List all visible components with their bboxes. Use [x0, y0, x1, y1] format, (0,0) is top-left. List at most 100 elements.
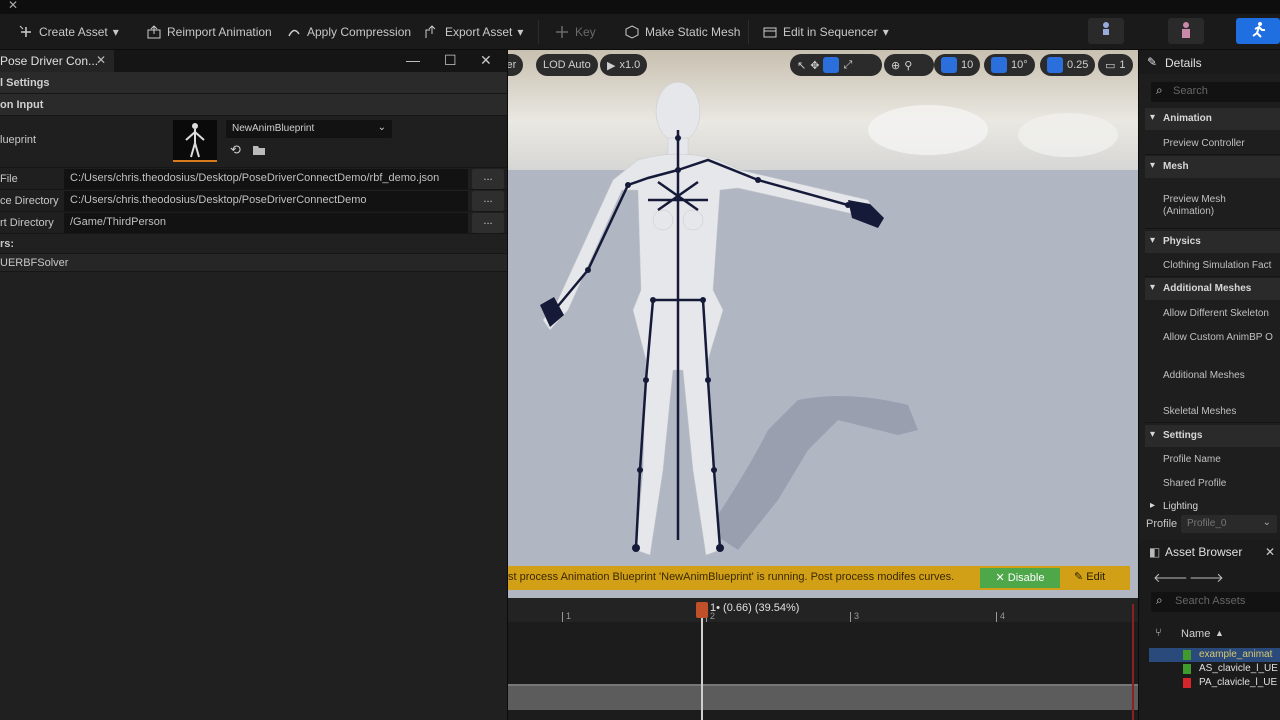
- browse-source-directory-button[interactable]: ...: [472, 191, 504, 211]
- grid-snap-button[interactable]: 10: [934, 54, 981, 76]
- timeline-tick: [562, 612, 563, 622]
- back-arrow-icon[interactable]: 🡐: [1153, 570, 1188, 585]
- close-icon[interactable]: ✕: [480, 52, 492, 69]
- create-asset-button[interactable]: Create Asset ▾: [18, 22, 119, 42]
- export-asset-button[interactable]: Export Asset ▾: [424, 22, 523, 42]
- asset-name: PA_clavicle_l_UE: [1199, 677, 1278, 688]
- skeleton-mode-button[interactable]: [1088, 18, 1124, 44]
- edit-in-sequencer-button[interactable]: Edit in Sequencer ▾: [762, 22, 889, 42]
- world-icon[interactable]: ⊕: [891, 59, 900, 72]
- anim-sequence-icon: [1183, 650, 1191, 660]
- property-skeletal-meshes: Skeletal Meshes: [1163, 406, 1237, 417]
- asset-name-column-header[interactable]: ⑂ Name ▲: [1149, 624, 1280, 646]
- animation-timeline[interactable]: 1 2 3 4 1• (0.66) (39.54%): [508, 598, 1138, 720]
- property-preview-mesh: Preview Mesh: [1163, 194, 1226, 205]
- details-search-input[interactable]: ⌕ Search: [1151, 82, 1280, 102]
- scale-icon[interactable]: ⤢: [843, 59, 852, 72]
- asset-list-item[interactable]: AS_clavicle_l_UE: [1149, 662, 1280, 676]
- category-settings[interactable]: Settings: [1145, 425, 1280, 447]
- scale-snap-button[interactable]: 0.25: [1040, 54, 1096, 76]
- lod-button[interactable]: LOD Auto: [536, 54, 598, 76]
- file-path-field[interactable]: C:/Users/chris.theodosius/Desktop/PoseDr…: [64, 169, 468, 189]
- asset-name: AS_clavicle_l_UE: [1199, 663, 1278, 674]
- select-icon[interactable]: ↖: [797, 59, 806, 72]
- blueprint-selector[interactable]: NewAnimBlueprint ⌄: [226, 120, 392, 138]
- search-icon: ⌕: [1156, 593, 1163, 607]
- category-additional-meshes[interactable]: Additional Meshes: [1145, 278, 1280, 300]
- mesh-mode-button[interactable]: [1168, 18, 1204, 44]
- row-divider: [1145, 154, 1280, 155]
- import-directory-field[interactable]: /Game/ThirdPerson: [64, 213, 468, 233]
- rotation-snap-value: 10°: [1011, 59, 1028, 71]
- pose-asset-icon: [1183, 678, 1191, 688]
- key-button[interactable]: Key: [554, 22, 596, 42]
- profile-label: Profile: [1146, 518, 1178, 530]
- solver-name: UERBFSolver: [0, 257, 69, 269]
- forward-arrow-icon[interactable]: 🡒: [1189, 570, 1224, 585]
- timeline-tick: [850, 612, 851, 622]
- apply-compression-button[interactable]: Apply Compression: [286, 22, 411, 42]
- play-speed-button[interactable]: ▶ x1.0: [600, 54, 648, 76]
- close-icon[interactable]: ✕: [96, 53, 106, 67]
- rotation-snap-button[interactable]: 10°: [984, 54, 1035, 76]
- folder-icon[interactable]: [252, 144, 266, 159]
- timeline-ruler[interactable]: 1 2 3 4: [508, 598, 1138, 622]
- playhead-handle[interactable]: [696, 602, 708, 618]
- category-animation[interactable]: Animation: [1145, 108, 1280, 130]
- settings-section-header[interactable]: l Settings: [0, 72, 507, 94]
- input-section-label: on Input: [0, 99, 44, 111]
- browse-file-button[interactable]: ...: [472, 169, 504, 189]
- rotate-icon[interactable]: [823, 57, 840, 73]
- chevron-down-icon: ▾: [112, 25, 119, 39]
- panel-tab[interactable]: Pose Driver Con... ✕: [0, 50, 114, 72]
- transform-tools[interactable]: ↖ ✥ ⤢: [790, 54, 882, 76]
- close-icon[interactable]: ✕: [8, 0, 18, 12]
- make-static-mesh-button[interactable]: Make Static Mesh: [624, 22, 740, 42]
- asset-search-input[interactable]: ⌕ Search Assets: [1151, 592, 1280, 612]
- asset-list-item[interactable]: example_animat: [1149, 648, 1280, 662]
- browse-back-icon[interactable]: ⟲: [230, 142, 241, 158]
- source-directory-field[interactable]: C:/Users/chris.theodosius/Desktop/PoseDr…: [64, 191, 468, 211]
- profile-selector[interactable]: Profile_0 ⌄: [1181, 515, 1277, 533]
- move-icon[interactable]: ✥: [810, 59, 819, 72]
- maximize-icon[interactable]: ☐: [444, 52, 457, 69]
- category-physics[interactable]: Physics: [1145, 231, 1280, 253]
- disable-button[interactable]: ✕ Disable: [980, 568, 1060, 588]
- edit-button[interactable]: ✎ Edit: [1074, 570, 1105, 583]
- property-allow-different-skeleton: Allow Different Skeleton: [1163, 308, 1269, 319]
- coordinate-tools[interactable]: ⊕ ⚲: [884, 54, 934, 76]
- search-icon: ⌕: [1156, 83, 1163, 97]
- timeline-end-marker: [1132, 604, 1134, 720]
- branch-icon: ⑂: [1155, 627, 1162, 639]
- file-label: File: [0, 173, 18, 185]
- asset-list-item[interactable]: PA_clavicle_l_UE: [1149, 676, 1280, 690]
- category-mesh[interactable]: Mesh: [1145, 156, 1280, 178]
- surface-snap-icon[interactable]: ⚲: [904, 59, 912, 72]
- asset-browser-panel: ◧ Asset Browser ✕ 🡐 🡒 ⌕ Search Assets ⑂ …: [1138, 540, 1280, 720]
- sort-icon: ▲: [1215, 628, 1224, 638]
- title-strip: ✕: [0, 0, 1280, 14]
- reimport-animation-button[interactable]: Reimport Animation: [146, 22, 272, 42]
- close-icon[interactable]: ✕: [1265, 545, 1275, 559]
- camera-speed-button[interactable]: ▭ 1: [1098, 54, 1133, 76]
- browse-import-directory-button[interactable]: ...: [472, 213, 504, 233]
- grid-icon: [941, 57, 957, 73]
- minimize-icon[interactable]: —: [406, 52, 420, 68]
- reimport-animation-label: Reimport Animation: [167, 25, 272, 39]
- animation-viewport[interactable]: iter LOD Auto ▶ x1.0 ↖ ✥ ⤢ ⊕ ⚲ 10 10° 0.…: [508, 50, 1138, 598]
- blueprint-thumbnail[interactable]: [173, 120, 217, 162]
- tick-label: 1: [566, 611, 572, 621]
- input-section-header[interactable]: on Input: [0, 94, 507, 116]
- file-row: File C:/Users/chris.theodosius/Desktop/P…: [0, 168, 507, 190]
- property-allow-custom-animbp: Allow Custom AnimBP O: [1163, 332, 1273, 343]
- viewport-scene: [508, 50, 1138, 598]
- row-divider: [1145, 422, 1280, 423]
- partial-view-mode-button[interactable]: iter: [508, 54, 524, 76]
- solver-list-item[interactable]: UERBFSolver: [0, 254, 507, 272]
- tick-label: 3: [854, 611, 860, 621]
- animation-mode-button[interactable]: [1236, 18, 1280, 44]
- category-label: Animation: [1163, 113, 1212, 124]
- source-directory-row: ce Directory C:/Users/chris.theodosius/D…: [0, 190, 507, 212]
- pencil-icon: ✎: [1074, 571, 1084, 583]
- animation-track[interactable]: [508, 684, 1138, 710]
